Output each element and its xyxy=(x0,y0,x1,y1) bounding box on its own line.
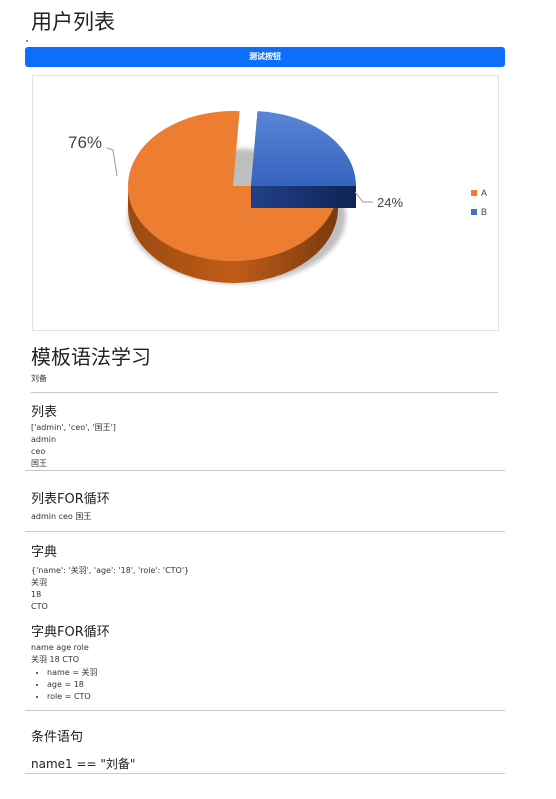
pie-chart: 76% 24% AB xyxy=(68,111,487,284)
name-value: 刘备 xyxy=(31,374,47,383)
dict-keys: name age role xyxy=(31,643,89,652)
legend-swatch-a xyxy=(471,190,477,196)
pie-leader-a xyxy=(106,147,118,177)
condition-section-title: 条件语句 xyxy=(31,730,84,745)
list-for-section-title: 列表FOR循环 xyxy=(31,492,110,507)
dict-value: 关羽 xyxy=(31,578,47,587)
dict-vals: 关羽 18 CTO xyxy=(31,655,80,664)
divider xyxy=(25,710,505,711)
legend-label-b: B xyxy=(481,207,487,217)
list-item: admin xyxy=(31,435,57,444)
pie-slice-b-side xyxy=(251,186,356,208)
divider xyxy=(25,773,505,774)
pie-slice-b xyxy=(251,111,356,186)
page-title: 用户列表 xyxy=(31,10,115,34)
condition-expression: name1 == "刘备" xyxy=(31,757,136,771)
pie-leader-b xyxy=(354,191,373,203)
pie-label-a: 76% xyxy=(68,133,102,152)
list-raw: ['admin', 'ceo', '国王'] xyxy=(31,423,116,432)
divider xyxy=(25,470,505,471)
test-button[interactable]: 测试按钮 xyxy=(25,47,505,67)
list-item: ceo xyxy=(31,447,46,456)
dict-for-section-title: 字典FOR循环 xyxy=(31,625,110,640)
dict-raw: {'name': '关羽', 'age': '18', 'role': 'CTO… xyxy=(31,566,190,575)
dict-value: 18 xyxy=(31,590,42,599)
list-for-output: admin ceo 国王 xyxy=(31,512,92,521)
list-item: role = CTO xyxy=(47,691,97,703)
legend-label-a: A xyxy=(481,188,487,198)
list-section-title: 列表 xyxy=(31,405,58,420)
list-item: age = 18 xyxy=(47,679,97,691)
list-item: 国王 xyxy=(31,459,47,468)
dict-value: CTO xyxy=(31,602,48,611)
legend-swatch-b xyxy=(471,209,477,215)
dict-section-title: 字典 xyxy=(31,545,58,560)
dict-pairs-list: name = 关羽 age = 18 role = CTO xyxy=(31,667,97,703)
list-item: name = 关羽 xyxy=(47,667,97,679)
divider-dot xyxy=(26,40,28,42)
template-heading: 模板语法学习 xyxy=(31,345,151,369)
divider xyxy=(25,531,505,532)
divider xyxy=(31,392,498,393)
pie-chart-container: 76% 24% A B xyxy=(32,75,499,331)
pie-label-b: 24% xyxy=(377,195,403,210)
